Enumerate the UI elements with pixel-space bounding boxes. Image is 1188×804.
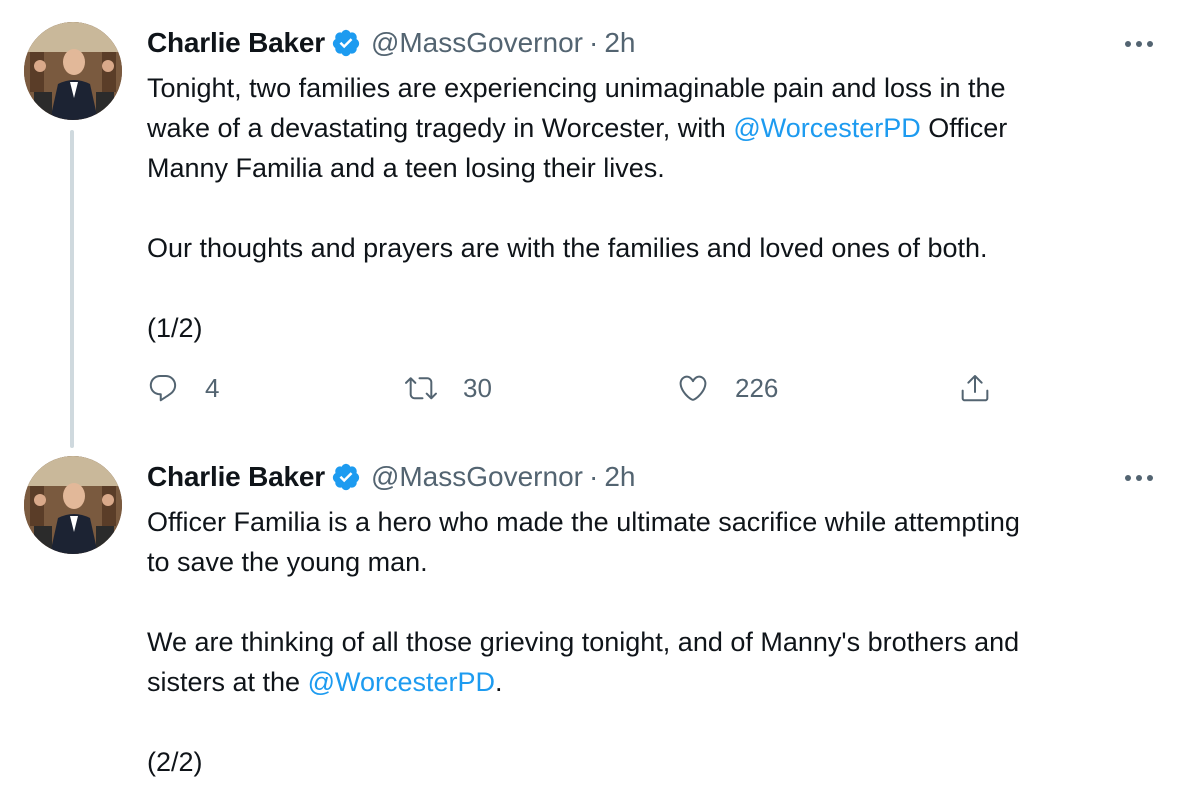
reply-count: 4 (205, 372, 220, 403)
like-count: 226 (735, 372, 779, 403)
avatar-photo (24, 456, 122, 554)
text-line: wake of a devastating tragedy in Worcest… (147, 108, 1157, 148)
avatar[interactable] (24, 456, 122, 554)
mention-link[interactable]: @WorcesterPD (733, 113, 920, 143)
verified-badge-icon (332, 463, 360, 491)
tweet-header: Charlie Baker @MassGovernor · 2h (147, 25, 635, 61)
reply-icon (149, 374, 177, 402)
tweet-timestamp[interactable]: 2h (604, 461, 635, 493)
verified-badge-icon (332, 29, 360, 57)
author-name[interactable]: Charlie Baker (147, 27, 325, 59)
text-line: Our thoughts and prayers are with the fa… (147, 233, 988, 263)
like-button[interactable]: 226 (677, 372, 778, 404)
separator-dot: · (588, 461, 599, 492)
author-name[interactable]: Charlie Baker (147, 461, 325, 493)
retweet-button[interactable]: 30 (405, 372, 492, 404)
tweet-text: Tonight, two families are experiencing u… (147, 68, 1157, 348)
separator-dot: · (588, 27, 599, 58)
tweet-1[interactable]: Charlie Baker @MassGovernor · 2h Tonight… (0, 0, 1188, 448)
avatar-photo (24, 22, 122, 120)
tweet-2[interactable]: Charlie Baker @MassGovernor · 2h Officer… (0, 448, 1188, 804)
text-line: sisters at the @WorcesterPD. (147, 662, 1157, 702)
text-line: Officer Familia is a hero who made the u… (147, 507, 1020, 537)
text-segment: sisters at the (147, 667, 308, 697)
text-line: Manny Familia and a teen losing their li… (147, 153, 665, 183)
tweet-timestamp[interactable]: 2h (604, 27, 635, 59)
like-icon (679, 375, 707, 401)
share-button[interactable] (959, 372, 991, 404)
tweet-header: Charlie Baker @MassGovernor · 2h (147, 459, 635, 495)
retweet-count: 30 (463, 372, 492, 403)
avatar[interactable] (24, 22, 122, 120)
text-segment: Officer (920, 113, 1008, 143)
text-segment: . (495, 667, 503, 697)
mention-link[interactable]: @WorcesterPD (308, 667, 495, 697)
more-icon[interactable] (1124, 40, 1154, 48)
more-icon[interactable] (1124, 474, 1154, 482)
text-line: Tonight, two families are experiencing u… (147, 73, 1006, 103)
text-line: (1/2) (147, 313, 203, 343)
text-line: We are thinking of all those grieving to… (147, 627, 1020, 657)
tweet-text: Officer Familia is a hero who made the u… (147, 502, 1157, 782)
reply-button[interactable]: 4 (147, 372, 219, 404)
author-handle[interactable]: @MassGovernor (371, 461, 583, 493)
retweet-icon (405, 377, 437, 400)
text-segment: wake of a devastating tragedy in Worcest… (147, 113, 734, 143)
author-handle[interactable]: @MassGovernor (371, 27, 583, 59)
tweet-actions: 4 30 226 (147, 372, 1007, 412)
share-icon (961, 375, 989, 402)
text-line: (2/2) (147, 747, 203, 777)
text-line: to save the young man. (147, 547, 428, 577)
